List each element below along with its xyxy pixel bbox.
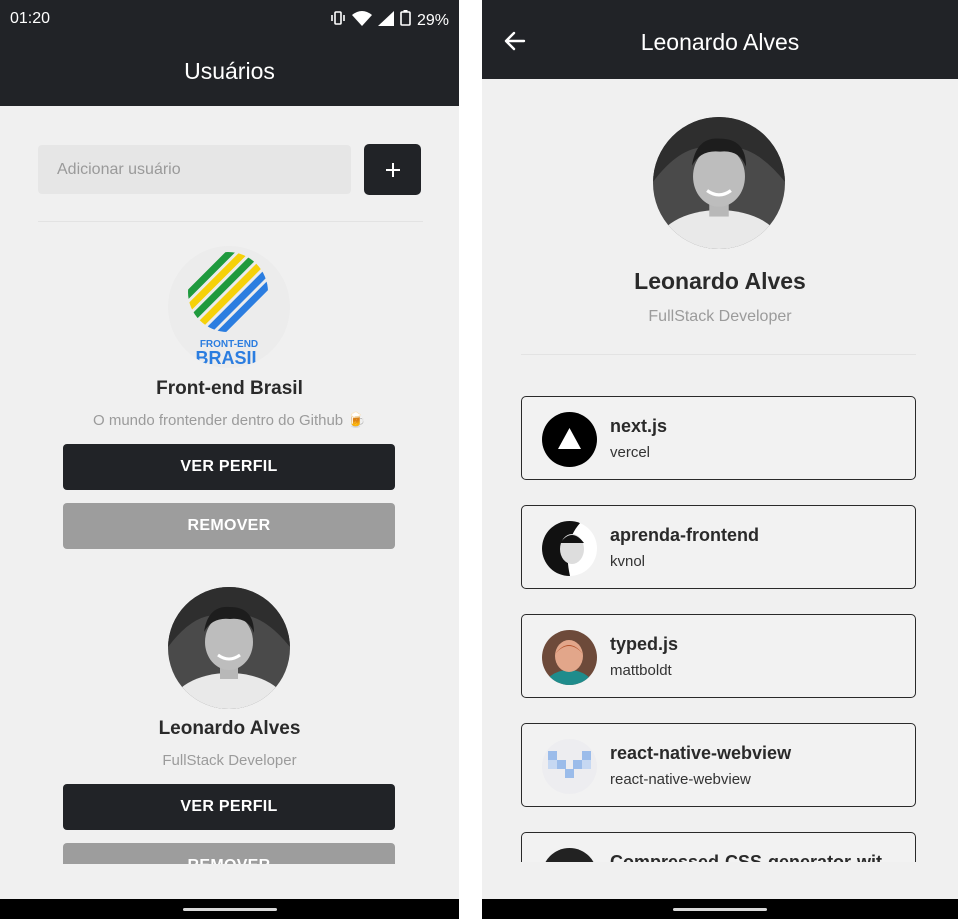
repo-list[interactable]: next.js vercel aprenda-frontend kvnol ty… [482,79,958,862]
user-name: Leonardo Alves [158,718,301,739]
signal-icon [377,10,394,31]
repo-name: Compressed-CSS-generator-wit [610,852,883,862]
view-profile-button[interactable]: VER PERFIL [63,784,395,830]
logo-text: BRASIL [196,348,263,368]
add-user-input[interactable] [38,145,351,194]
front-end-brasil-logo-icon: FRONT-END BRASIL [188,252,268,368]
status-icons: 29% [330,10,449,31]
repo-owner: kvnol [610,553,646,570]
view-profile-button[interactable]: VER PERFIL [63,444,395,490]
battery-percent: 29% [416,11,449,29]
person-avatar-icon [168,587,290,709]
users-list[interactable]: FRONT-END BRASIL Front-end Brasil O mund… [0,106,459,864]
home-handle[interactable] [182,908,277,911]
repo-name: react-native-webview [610,743,792,763]
remove-button[interactable]: REMOVER [63,503,395,549]
repo-owner: vercel [610,444,651,461]
repo-owner: react-native-webview [610,771,751,788]
repo-card[interactable]: aprenda-frontend kvnol [521,505,916,589]
add-user-button[interactable] [364,144,421,195]
vibrate-icon [330,11,346,30]
repo-owner-avatar [542,521,597,576]
vercel-logo-icon [542,412,597,467]
avatar: FRONT-END BRASIL [168,246,290,368]
repo-owner-avatar [542,848,597,862]
divider [38,221,423,222]
home-handle[interactable] [673,908,767,911]
person-avatar-icon [542,521,597,576]
user-name: Front-end Brasil [156,378,303,399]
app-bar: Leonardo Alves [482,0,958,79]
repo-card[interactable]: react-native-webview react-native-webvie… [521,723,916,807]
wifi-icon [351,10,372,31]
repo-card[interactable]: typed.js mattboldt [521,614,916,698]
repo-owner-avatar [542,630,597,685]
repo-card[interactable]: Compressed-CSS-generator-wit [521,832,916,862]
repo-name: next.js [610,416,668,436]
repo-owner-avatar [542,739,597,794]
repo-name: aprenda-frontend [610,525,760,545]
profile-screen: Leonardo Alves Leonardo Alves FullStack … [482,0,958,919]
system-nav-bar [482,899,958,919]
person-avatar-icon [542,630,597,685]
system-nav-bar [0,899,459,919]
page-title: Leonardo Alves [640,29,800,55]
plus-icon [385,162,400,177]
users-screen: Usuários 01:20 29% Adicionar usuário FRO… [0,0,459,919]
user-description: O mundo frontender dentro do Github 🍺 [92,412,366,429]
battery-icon [400,10,411,31]
repo-card[interactable]: next.js vercel [521,396,916,480]
page-title: Usuários [184,58,275,84]
status-bar: 01:20 29% [0,0,459,36]
repo-owner-avatar [542,412,597,467]
user-description: FullStack Developer [162,752,297,769]
remove-button[interactable]: REMOVER [63,843,395,864]
repo-name: typed.js [610,634,679,654]
avatar [168,587,290,709]
identicon-icon [542,739,597,794]
repo-owner: mattboldt [610,662,672,679]
status-time: 01:20 [10,10,51,27]
